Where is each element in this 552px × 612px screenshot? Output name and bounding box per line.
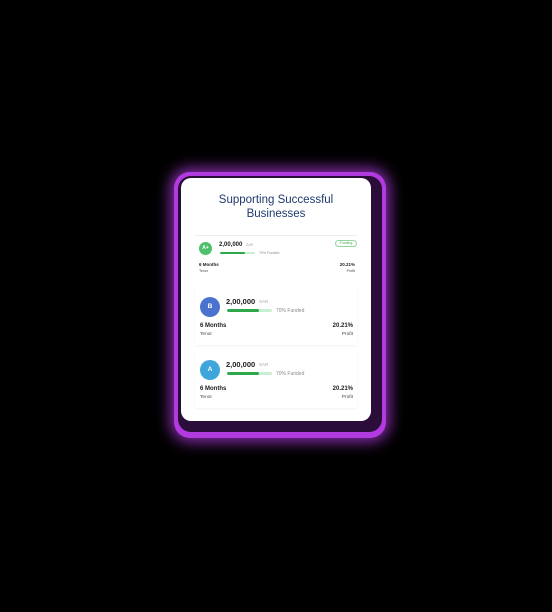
funding-progress-fill	[220, 252, 245, 254]
status-badge: Funding	[335, 240, 357, 247]
currency-label: SAR	[259, 298, 269, 304]
tenor-value: 6 Months	[200, 323, 227, 329]
grade-badge: A+	[199, 242, 212, 255]
tenor-label: Tenor	[200, 332, 212, 337]
funding-progress-fill	[227, 372, 259, 375]
stage: Supporting Successful Businesses A+ 2,00…	[0, 0, 552, 612]
funding-amount: 2,00,000	[226, 297, 256, 306]
tenor-label: Tenor	[199, 269, 208, 273]
profit-value: 20.21%	[339, 262, 355, 267]
funding-progress-bar	[227, 309, 272, 312]
funded-percentage: 70% Funded	[276, 307, 305, 314]
currency-label: SAR	[246, 243, 254, 247]
currency-label: SAR	[259, 361, 269, 367]
tenor-value: 6 Months	[199, 262, 219, 267]
profit-label: Profit	[341, 332, 353, 337]
funding-amount: 2,00,000	[226, 360, 256, 369]
funding-progress-bar	[220, 252, 255, 254]
card-title: Supporting Successful Businesses	[181, 193, 371, 221]
business-item-3[interactable]: A 2,00,000 SAR 70% Funded 6 Months Tenor…	[195, 350, 357, 408]
card-title-line-2: Businesses	[246, 208, 306, 220]
item-divider	[195, 235, 357, 236]
tenor-value: 6 Months	[200, 386, 227, 392]
funding-amount: 2,00,000	[219, 242, 243, 248]
funded-percentage: 70% Funded	[276, 370, 305, 377]
funded-percentage: 70% Funded	[259, 250, 280, 255]
profit-value: 20.21%	[332, 323, 353, 329]
grade-badge: A	[200, 360, 220, 380]
funding-progress-bar	[227, 372, 272, 375]
profit-label: Profit	[346, 269, 355, 273]
card-title-line-1: Supporting Successful	[218, 194, 334, 206]
grade-badge: B	[200, 297, 220, 317]
business-item-2[interactable]: B 2,00,000 SAR 70% Funded 6 Months Tenor…	[195, 287, 357, 345]
profit-label: Profit	[341, 395, 353, 400]
business-item-1[interactable]: A+ 2,00,000 SAR 70% Funded Funding 6 Mon…	[195, 235, 357, 280]
tenor-label: Tenor	[200, 395, 212, 400]
funding-progress-fill	[227, 309, 259, 312]
profit-value: 20.21%	[332, 386, 353, 392]
businesses-card: Supporting Successful Businesses A+ 2,00…	[181, 178, 371, 421]
